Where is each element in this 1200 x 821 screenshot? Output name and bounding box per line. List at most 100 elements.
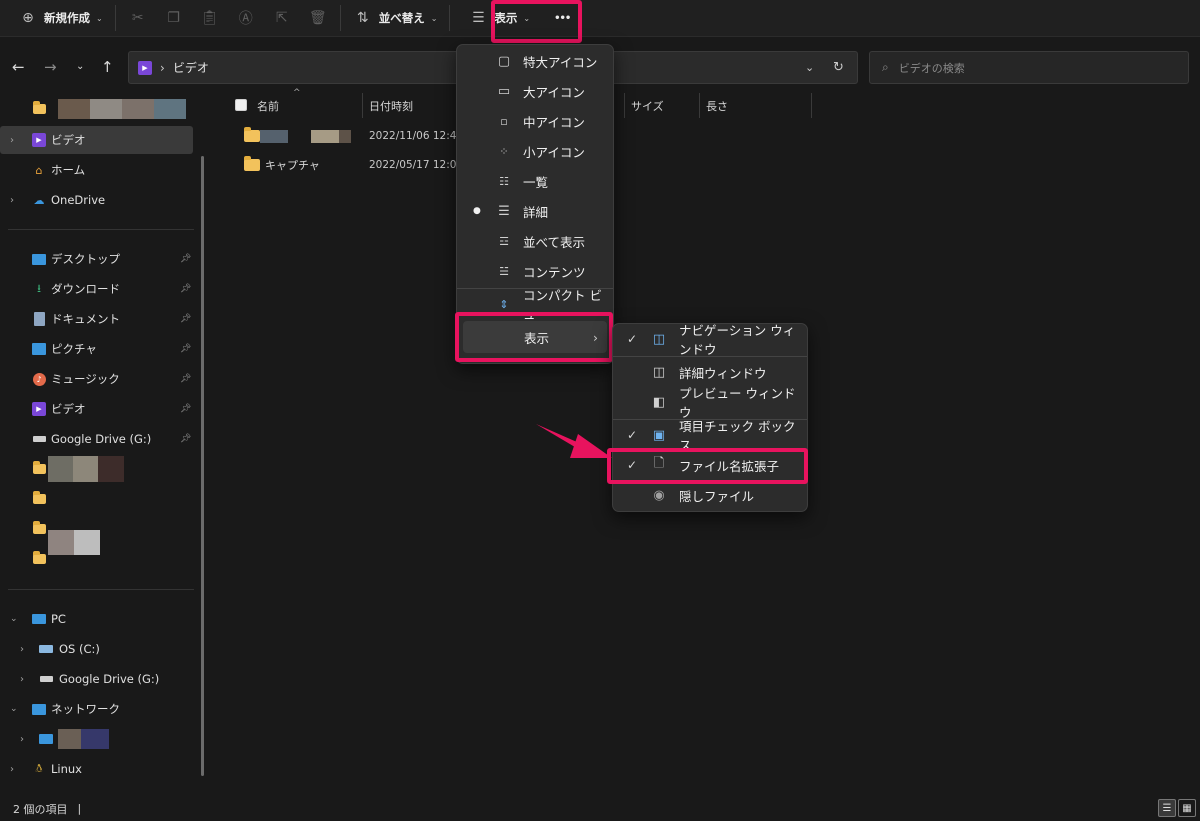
tiles-view-toggle[interactable]: ▦: [1178, 799, 1196, 817]
sidebar-item-documents[interactable]: ドキュメント 📌︎: [0, 305, 193, 333]
sidebar-item-videos[interactable]: ▶ ビデオ 📌︎: [0, 395, 193, 423]
chevron-right-icon: ›: [10, 194, 14, 206]
content-icon: ☱: [499, 264, 509, 278]
sidebar-item-redacted-3[interactable]: [0, 515, 193, 555]
pin-icon[interactable]: 📌︎: [180, 284, 191, 294]
menu-item-hidden-files[interactable]: ◉ 隠しファイル: [613, 481, 807, 509]
checkbox-folder-icon: ▣: [652, 427, 666, 443]
sidebar-item-desktop[interactable]: デスクトップ 📌︎: [0, 245, 193, 273]
menu-item-compact-view[interactable]: ⇕ コンパクト ビュー: [457, 288, 613, 322]
download-icon: ⭳: [37, 281, 41, 295]
menu-item-item-checkboxes[interactable]: ✓ ▣ 項目チェック ボックス: [613, 419, 807, 453]
menu-item-details-pane[interactable]: ◫ 詳細ウィンドウ: [613, 358, 807, 386]
menu-item-label: 一覧: [523, 174, 549, 190]
sidebar-item-videos-selected[interactable]: › ▶ ビデオ: [0, 126, 193, 154]
share-button[interactable]: ⇱: [264, 3, 300, 33]
column-divider[interactable]: [699, 93, 700, 118]
column-header-name[interactable]: 名前: [257, 98, 279, 114]
sidebar-item-label: ネットワーク: [51, 702, 120, 716]
pin-icon[interactable]: 📌︎: [180, 254, 191, 264]
menu-item-content[interactable]: ☱ コンテンツ: [457, 257, 613, 285]
sidebar-item-network-host[interactable]: ›: [0, 725, 193, 753]
file-row[interactable]: キャプチャ 2022/05/17 12:05: [236, 155, 486, 175]
sidebar-item-os-c[interactable]: › OS (C:): [0, 635, 193, 663]
menu-item-show-submenu[interactable]: 表示 ›: [463, 321, 607, 353]
sidebar-item-onedrive[interactable]: › ☁ OneDrive: [0, 186, 193, 214]
file-row[interactable]: 2022/11/06 12:40: [236, 126, 486, 146]
redacted-block: [48, 456, 124, 482]
copy-button[interactable]: ❐: [156, 3, 192, 33]
sidebar-item-label: ビデオ: [51, 402, 86, 416]
history-chevron-icon[interactable]: ⌄: [76, 61, 84, 72]
sidebar-item-network[interactable]: ⌄ ネットワーク: [0, 695, 193, 723]
menu-item-list[interactable]: ☷ 一覧: [457, 167, 613, 195]
chevron-right-icon: ›: [10, 763, 14, 775]
details-pane-icon: ◫: [652, 364, 666, 380]
sidebar-item-home[interactable]: ⌂ ホーム: [0, 156, 193, 184]
cut-button[interactable]: ✂: [120, 3, 156, 33]
up-arrow-icon[interactable]: ↑: [101, 58, 114, 76]
menu-item-file-extensions[interactable]: ✓ 🗋︎ ファイル名拡張子: [613, 451, 807, 479]
menu-item-label: ナビゲーション ウィンドウ: [679, 323, 796, 357]
document-icon: [31, 311, 47, 327]
sidebar-item-pinned-folder[interactable]: [0, 95, 193, 123]
sidebar-scrollbar[interactable]: [201, 156, 204, 776]
compact-icon: ⇕: [499, 297, 509, 311]
menu-item-navigation-pane[interactable]: ✓ ◫ ナビゲーション ウィンドウ: [613, 323, 807, 357]
sidebar-item-label: PC: [51, 612, 66, 626]
column-divider[interactable]: [811, 93, 812, 118]
menu-item-tiles[interactable]: ☲ 並べて表示: [457, 227, 613, 255]
column-divider[interactable]: [362, 93, 363, 118]
menu-item-large-icons[interactable]: ▭ 大アイコン: [457, 77, 613, 105]
status-bar: 2 個の項目 |: [0, 796, 1200, 821]
view-button[interactable]: ☰ 表示 ⌄: [460, 3, 538, 33]
menu-item-details[interactable]: ● ☰ 詳細: [457, 197, 613, 225]
rename-button[interactable]: Ⓐ: [228, 3, 264, 33]
breadcrumb-videos[interactable]: ビデオ: [173, 59, 209, 76]
address-dropdown-icon[interactable]: ⌄: [805, 61, 814, 74]
sidebar-item-music[interactable]: ♪ ミュージック 📌︎: [0, 365, 193, 393]
sidebar-item-redacted-4[interactable]: [0, 545, 193, 573]
linux-icon: 🐧︎: [35, 761, 43, 775]
menu-item-extra-large-icons[interactable]: ▢ 特大アイコン: [457, 47, 613, 75]
menu-divider: [613, 356, 807, 357]
menu-item-small-icons[interactable]: ⁘ 小アイコン: [457, 137, 613, 165]
sidebar-item-redacted-1[interactable]: [0, 455, 193, 483]
drive-icon: [38, 671, 54, 687]
sidebar-item-redacted-2[interactable]: [0, 485, 193, 513]
sidebar-item-pictures[interactable]: ピクチャ 📌︎: [0, 335, 193, 363]
forward-arrow-icon[interactable]: →: [44, 58, 57, 76]
sidebar-item-google-drive[interactable]: Google Drive (G:) 📌︎: [0, 425, 193, 453]
pin-icon[interactable]: 📌︎: [180, 374, 191, 384]
sidebar-item-label: ダウンロード: [51, 282, 120, 296]
select-all-checkbox[interactable]: [235, 99, 247, 111]
refresh-icon[interactable]: ↻: [833, 60, 844, 75]
disk-icon: [38, 641, 54, 657]
column-header-length[interactable]: 長さ: [706, 98, 728, 114]
search-input[interactable]: ⌕ ビデオの検索: [869, 51, 1189, 84]
pin-icon[interactable]: 📌︎: [180, 344, 191, 354]
delete-button[interactable]: 🗑︎: [300, 3, 336, 33]
sidebar-item-google-drive-pc[interactable]: › Google Drive (G:): [0, 665, 193, 693]
show-submenu: ✓ ◫ ナビゲーション ウィンドウ ◫ 詳細ウィンドウ ◧ プレビュー ウィンド…: [612, 323, 808, 512]
column-header-date[interactable]: 日付時刻: [369, 98, 413, 114]
sidebar-item-downloads[interactable]: ⭳ ダウンロード 📌︎: [0, 275, 193, 303]
new-button[interactable]: ⊕ 新規作成 ⌄: [10, 3, 111, 33]
column-divider[interactable]: [624, 93, 625, 118]
sidebar-item-linux[interactable]: › 🐧︎ Linux: [0, 755, 193, 783]
sort-button[interactable]: ⇅ 並べ替え ⌄: [345, 3, 446, 33]
paste-button[interactable]: 📋︎: [192, 3, 228, 33]
more-button[interactable]: •••: [546, 3, 578, 33]
chevron-down-icon: ⌄: [96, 13, 103, 23]
sidebar-item-pc[interactable]: ⌄ PC: [0, 605, 193, 633]
details-view-toggle[interactable]: ☰: [1158, 799, 1176, 817]
menu-item-preview-pane[interactable]: ◧ プレビュー ウィンドウ: [613, 386, 807, 420]
sidebar-divider: [8, 589, 194, 590]
rename-icon: Ⓐ: [238, 11, 253, 27]
pin-icon[interactable]: 📌︎: [180, 314, 191, 324]
column-header-size[interactable]: サイズ: [631, 98, 664, 114]
back-arrow-icon[interactable]: ←: [12, 58, 25, 76]
menu-item-medium-icons[interactable]: ▫ 中アイコン: [457, 107, 613, 135]
pin-icon[interactable]: 📌︎: [180, 404, 191, 414]
pin-icon[interactable]: 📌︎: [180, 434, 191, 444]
